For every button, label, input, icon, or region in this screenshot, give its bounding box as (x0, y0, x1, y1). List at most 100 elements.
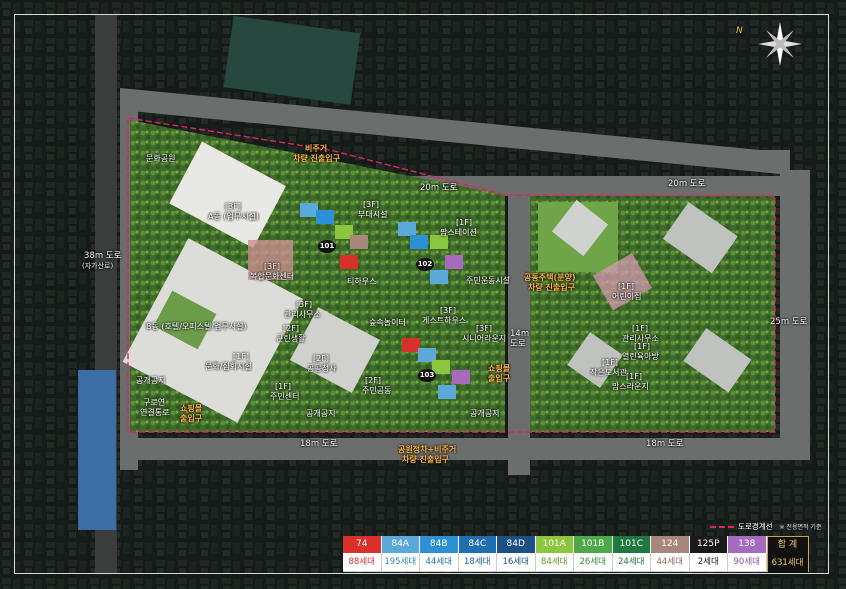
resident-shared-label: 주민공동 (362, 386, 392, 395)
compass-label: N (736, 26, 743, 36)
unit-count: 195세대 (381, 553, 420, 572)
unit-type-label: 74 (343, 536, 382, 553)
lounge-floor: [1F] (626, 372, 642, 381)
unit-type-label: 84A (381, 536, 420, 553)
culture-center-label: 문화/집회시설 (205, 362, 252, 371)
entrance-center-line2: 차량 진출입구 (528, 283, 575, 292)
unit-total: 합 계 631세대 (766, 536, 809, 573)
map-legend: 도로경계선 ※ 전용면적 기준 (710, 521, 821, 532)
garden-bottom-right-label: 공개공지 (470, 409, 500, 418)
resident-shared-floor: [2F] (365, 376, 381, 385)
boundary-line-swatch (710, 525, 734, 528)
cultural-park-label: 문화공원 (146, 154, 176, 163)
unit-type-125P: 125P 2세대 (689, 536, 728, 572)
office-label: A동 (업무시설) (208, 212, 260, 221)
unit-count: 26세대 (574, 553, 613, 572)
road-label-bottom-right: 18m 도로 (646, 439, 684, 449)
b-tower-label: B동 (호텔/오피스텔/업무시설) (146, 322, 247, 331)
road-label-top-right: 20m 도로 (668, 179, 706, 189)
office-floor: [3F] (225, 202, 241, 211)
unit-type-label: 84B (420, 536, 459, 553)
unit-type-84B: 84B 44세대 (420, 536, 459, 572)
road-label-top: 20m 도로 (420, 183, 458, 193)
kindergarten-label: 어린이집 (612, 292, 642, 301)
unit-type-label: 125P (689, 536, 728, 553)
playground-label: 숲속놀이터 (369, 318, 406, 327)
road-label-bottom-left: 18m 도로 (300, 439, 338, 449)
building-103: 103 (418, 369, 436, 382)
senior-label: 시니어라운지 (462, 334, 507, 343)
unit-count: 84세대 (535, 553, 574, 572)
unit-count: 18세대 (458, 553, 497, 572)
sports-center-label: 주민운동시설 (466, 276, 511, 285)
mgmt-left-floor: [3F] (296, 300, 312, 309)
legend-label: 도로경계선 (738, 522, 773, 531)
unit-type-84C: 84C 18세대 (458, 536, 497, 572)
center-bottom-floor: [1F] (275, 382, 291, 391)
unit-count: 90세대 (728, 553, 767, 572)
culture-center-floor: [1F] (233, 352, 249, 361)
road-label-center-sub: 도로 (510, 339, 526, 349)
farm-station-label: 팜스테이션 (440, 228, 477, 237)
public-park-left: 공개공지 (136, 376, 166, 385)
entrance-center-line1: 공동주택(분양) (524, 273, 576, 282)
unit-count: 44세대 (651, 553, 690, 572)
unit-count: 44세대 (420, 553, 459, 572)
nursery-floor: [1F] (634, 342, 650, 351)
public-office-floor: [2F] (313, 354, 329, 363)
unit-count: 2세대 (689, 553, 728, 572)
entrance-top-line2: 차량 진출입구 (293, 154, 340, 163)
sports-top-label: 부대시설 (358, 210, 388, 219)
unit-type-101A: 101A 84세대 (535, 536, 574, 572)
road-label-left: 38m 도로 (84, 251, 122, 261)
right-mgmt-floor: [1F] (632, 324, 648, 333)
unit-count: 24세대 (612, 553, 651, 572)
entrance-top-line1: 비주거 (305, 144, 328, 153)
total-label: 합 계 (777, 540, 798, 550)
study-floor: [1F] (602, 358, 618, 367)
road-label-left-sub: (자가산로) (82, 262, 114, 270)
shopping-entrance-left-2: 출입구 (180, 414, 203, 423)
unit-type-label: 101B (574, 536, 613, 553)
unit-count: 88세대 (343, 553, 382, 572)
unit-type-table: 74 88세대 84A 195세대 84B 44세대 84C 18세대 84D 16세대 101A 8… (343, 536, 809, 573)
garden-bottom-label: 공개공지 (306, 409, 336, 418)
guest-house-label: 게스트하우스 (422, 316, 467, 325)
building-102: 102 (416, 258, 434, 271)
public-office-label: 공공청사 (307, 364, 337, 373)
study-label: 작은도서관 (590, 368, 627, 377)
center-bottom-label: 주민센터 (270, 392, 300, 401)
shopping-entrance-left-1: 쇼핑몰 (180, 404, 203, 413)
lounge-label: 맘스라운지 (612, 382, 649, 391)
unit-type-84A: 84A 195세대 (381, 536, 420, 572)
guest-house-floor: [3F] (440, 306, 456, 315)
total-value: 631세대 (767, 554, 808, 573)
legend-note: ※ 전용면적 기준 (779, 524, 822, 531)
subway-passage-2: 연결통로 (140, 408, 170, 417)
unit-type-label: 84D (497, 536, 536, 553)
site-plan-map (0, 0, 846, 589)
unit-type-84D: 84D 16세대 (497, 536, 536, 572)
unit-type-label: 138 (728, 536, 767, 553)
shopping-entrance-right-1: 쇼핑몰 (488, 364, 511, 373)
community-floor: [3F] (264, 262, 280, 271)
subway-passage-1: 구로연 (143, 398, 166, 407)
shop-row-label: 근린생활 (276, 334, 306, 343)
kindergarten-floor: [1F] (618, 282, 634, 291)
unit-type-124: 124 44세대 (651, 536, 690, 572)
tea-house-label: 티하우스 (347, 277, 377, 286)
road-label-right: 25m 도로 (770, 317, 808, 327)
shop-row-floor: [2F] (283, 324, 299, 333)
nursery-label: 열린육아방 (622, 352, 659, 361)
community-label: 복합문화센터 (250, 272, 295, 281)
senior-floor: [3F] (476, 324, 492, 333)
unit-count: 16세대 (497, 553, 536, 572)
mgmt-left-label: 관리사무소 (284, 310, 321, 319)
farm-station-floor: [1F] (456, 218, 472, 227)
entrance-bottom-line1: 공원정차+비주거 (398, 445, 457, 454)
unit-type-label: 84C (458, 536, 497, 553)
entrance-bottom-line2: 차량 진출입구 (402, 455, 449, 464)
unit-type-101C: 101C 24세대 (612, 536, 651, 572)
unit-type-101B: 101B 26세대 (574, 536, 613, 572)
unit-type-label: 101C (612, 536, 651, 553)
